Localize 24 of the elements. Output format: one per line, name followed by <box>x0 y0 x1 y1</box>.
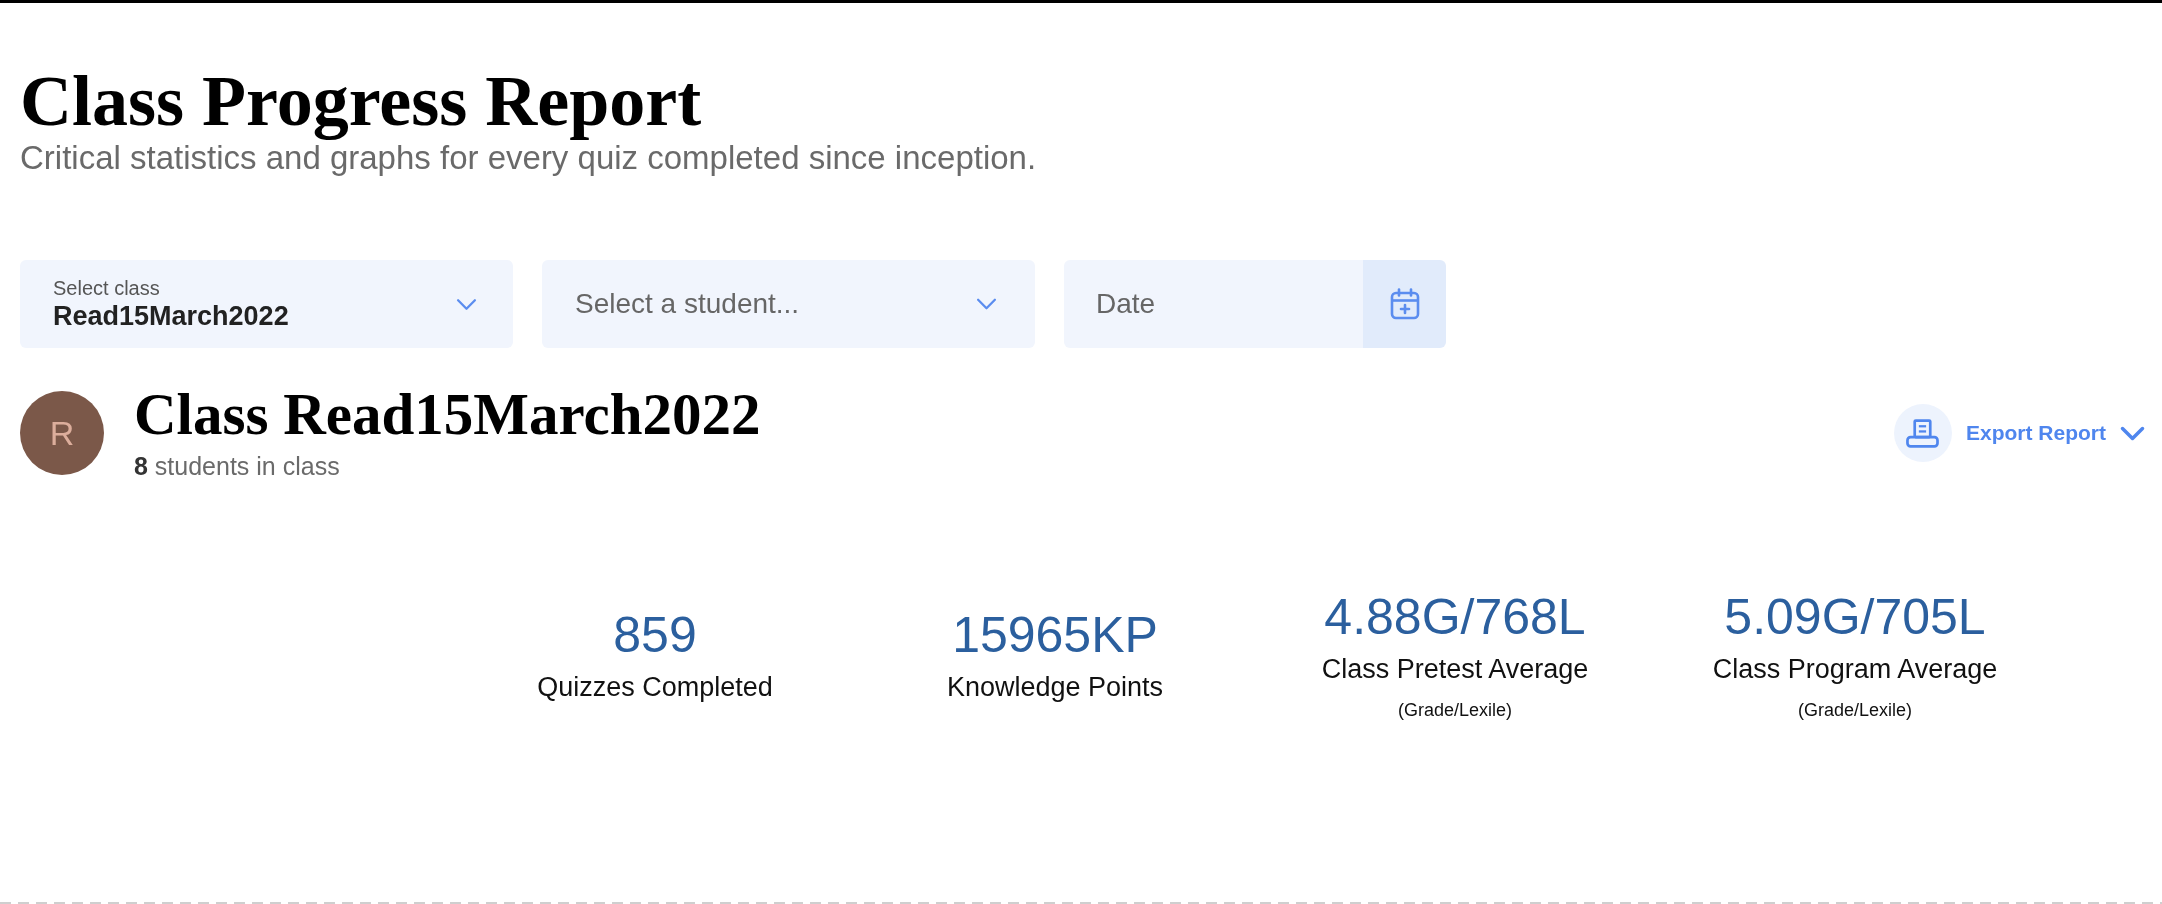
class-title: Class Read15March2022 <box>134 385 761 445</box>
stat-label: Knowledge Points <box>946 671 1164 704</box>
stat-value: 859 <box>613 606 697 666</box>
page-subtitle: Critical statistics and graphs for every quiz completed since inception. <box>20 140 1037 177</box>
class-select[interactable]: Select class Read15March2022 <box>20 260 513 349</box>
calendar-icon <box>1389 288 1420 321</box>
chevron-down-icon <box>976 297 997 311</box>
stat-label: Class Pretest Average <box>1321 653 1589 686</box>
student-count: 8 students in class <box>134 451 340 482</box>
stat-note: (Grade/Lexile) <box>1397 699 1512 722</box>
stat-value: 4.88G/768L <box>1324 588 1586 648</box>
stat-value: 5.09G/705L <box>1724 588 1986 648</box>
chevron-down-icon <box>456 297 477 311</box>
avatar: R <box>20 391 104 476</box>
student-select[interactable]: Select a student... <box>542 260 1035 349</box>
stat-note: (Grade/Lexile) <box>1797 699 1912 722</box>
stat-value: 15965KP <box>952 606 1158 666</box>
date-picker-button[interactable] <box>1363 260 1446 349</box>
printer-icon <box>1894 404 1952 463</box>
stat-label: Class Program Average <box>1712 653 1998 686</box>
chevron-down-icon <box>2120 425 2145 441</box>
date-field[interactable]: Date <box>1064 260 1363 349</box>
export-report-button[interactable]: Export Report <box>1894 404 2145 463</box>
stat-label: Quizzes Completed <box>537 671 773 704</box>
